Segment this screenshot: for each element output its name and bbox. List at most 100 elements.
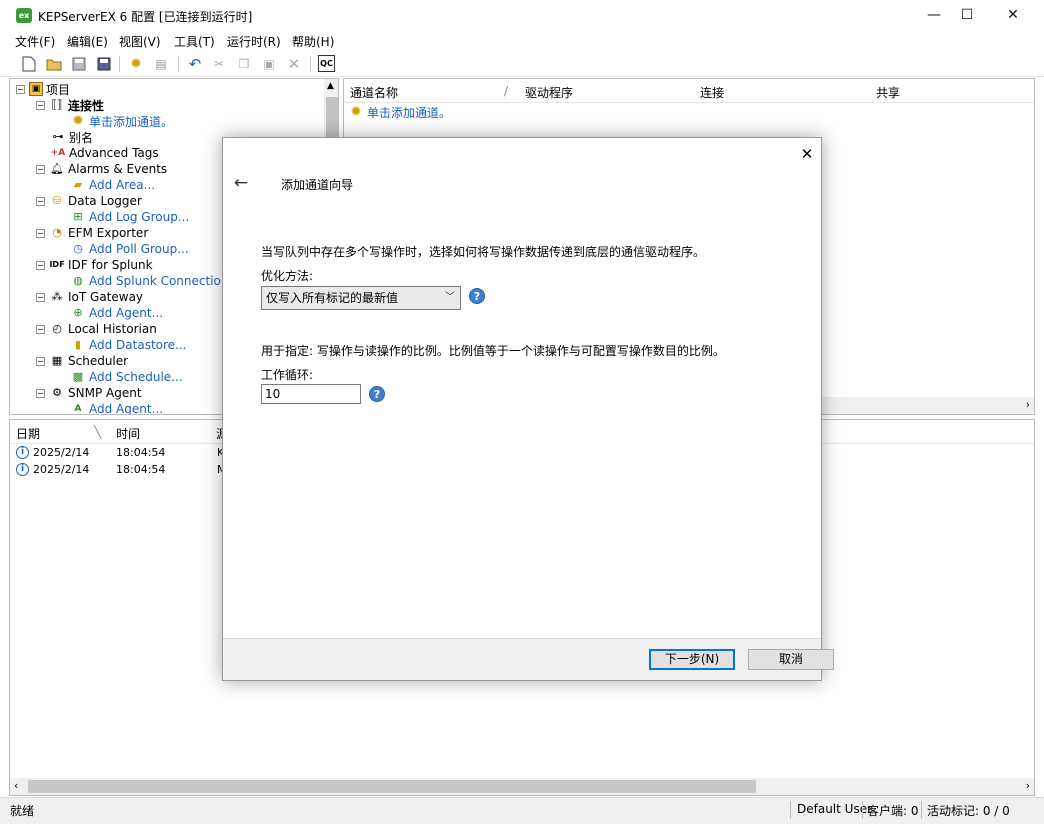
tree-label: 别名 (69, 130, 94, 145)
optimization-method-select[interactable]: 仅写入所有标记的最新值 ﹀ (261, 286, 461, 310)
scroll-up-icon[interactable]: ▲ (327, 81, 334, 91)
tree-node-alarms-events[interactable]: − 🔔︎ Alarms & Events (36, 161, 167, 177)
collapse-icon[interactable]: − (36, 260, 45, 270)
undo-icon[interactable]: ↶ (186, 55, 204, 73)
menu-view[interactable]: 视图(V) (119, 33, 161, 50)
window-title: KEPServerEX 6 配置 [已连接到运行时] (38, 10, 253, 24)
column-shared[interactable]: 共享 (876, 84, 900, 101)
collapse-icon[interactable]: − (16, 84, 25, 94)
tree-node-iot-gateway[interactable]: − ⁂ IoT Gateway (36, 289, 143, 305)
help-icon[interactable]: ? (469, 288, 485, 304)
gauge-icon: ◔ (52, 226, 62, 239)
tree-node-add-channel[interactable]: ✹ 单击添加通道。 (70, 113, 173, 129)
gear-icon: ✹ (72, 113, 84, 129)
tree-node-local-historian[interactable]: − ◴ Local Historian (36, 321, 157, 337)
new-channel-icon[interactable]: ✹ (127, 55, 145, 73)
save-as-icon[interactable] (95, 55, 113, 73)
collapse-icon[interactable]: − (36, 196, 45, 206)
maximize-button[interactable]: ☐ (945, 0, 989, 31)
column-time[interactable]: 时间 (116, 425, 140, 442)
status-ready: 就绪 (10, 804, 35, 818)
idf-icon: IDF (49, 260, 65, 269)
connectivity-icon: ⟦⟧ (51, 98, 63, 111)
tree-node-add-area[interactable]: ▰ Add Area... (70, 177, 155, 193)
scroll-thumb[interactable] (28, 780, 756, 793)
status-separator (862, 801, 863, 819)
dialog-footer: 下一步(N) 取消 (223, 638, 834, 680)
new-device-icon[interactable]: ▤ (152, 55, 170, 73)
tree-label: Add Poll Group... (89, 242, 189, 256)
tree-node-snmp-agent[interactable]: − ⚙ SNMP Agent (36, 385, 142, 401)
add-channel-link[interactable]: ✹ 单击添加通道。 (348, 104, 451, 120)
tree-label: Advanced Tags (69, 146, 159, 160)
tree-node-add-datastore[interactable]: ▮ Add Datastore... (70, 337, 187, 353)
tree-label: Scheduler (68, 354, 129, 368)
tree-label: Add Splunk Connection... (89, 274, 240, 288)
tree-node-add-poll-group[interactable]: ◷ Add Poll Group... (70, 241, 189, 257)
scroll-right-icon[interactable]: › (1026, 398, 1030, 411)
paste-icon[interactable]: ▣ (260, 55, 278, 73)
tree-node-project[interactable]: − ▣ 项目 (16, 81, 70, 97)
tree-label: Add Agent... (89, 402, 164, 415)
collapse-icon[interactable]: − (36, 292, 45, 302)
collapse-icon[interactable]: − (36, 228, 45, 238)
copy-icon[interactable]: ❐ (235, 55, 253, 73)
tree-node-add-schedule[interactable]: ▩ Add Schedule... (70, 369, 183, 385)
tree-node-connectivity[interactable]: − ⟦⟧ 连接性 (36, 97, 104, 113)
menu-runtime[interactable]: 运行时(R) (227, 33, 281, 50)
scroll-right-icon[interactable]: › (1026, 779, 1030, 792)
tree-label: IDF for Splunk (68, 258, 153, 272)
column-connection[interactable]: 连接 (700, 84, 724, 101)
column-channel-name[interactable]: 通道名称 (350, 84, 398, 101)
bell-icon: 🔔︎ (50, 162, 64, 175)
write-optimization-description: 当写队列中存在多个写操作时，选择如何将写操作数据传递到底层的通信驱动程序。 (261, 245, 706, 259)
toolbar-separator (310, 56, 311, 72)
next-button[interactable]: 下一步(N) (649, 649, 735, 670)
tree-node-advanced-tags[interactable]: +A Advanced Tags (50, 145, 159, 161)
log-horizontal-scrollbar[interactable]: ‹ › (10, 778, 1034, 795)
menu-help[interactable]: 帮助(H) (292, 33, 334, 50)
save-icon[interactable] (70, 55, 88, 73)
back-arrow-icon[interactable]: ← (230, 172, 252, 194)
collapse-icon[interactable]: − (36, 356, 45, 366)
menu-edit[interactable]: 编辑(E) (67, 33, 108, 50)
collapse-icon[interactable]: − (36, 100, 45, 110)
close-window-button[interactable]: ✕ (991, 0, 1035, 31)
menu-bar: 文件(F) 编辑(E) 视图(V) 工具(T) 运行时(R) 帮助(H) (0, 31, 1044, 51)
log-time: 18:04:54 (116, 463, 166, 476)
tree-node-add-agent[interactable]: ⊕ Add Agent... (70, 305, 163, 321)
advanced-tags-icon: +A (50, 148, 66, 158)
tree-node-aliases[interactable]: ⊶ 别名 (50, 129, 94, 145)
tree-node-add-splunk[interactable]: ◍ Add Splunk Connection... (70, 273, 240, 289)
open-icon[interactable] (45, 55, 63, 73)
quick-client-icon[interactable]: QC (318, 55, 335, 72)
scroll-left-icon[interactable]: ‹ (14, 779, 18, 792)
help-icon[interactable]: ? (369, 386, 385, 402)
column-driver[interactable]: 驱动程序 (525, 84, 573, 101)
tree-node-idf-splunk[interactable]: − IDF IDF for Splunk (36, 257, 153, 273)
tree-node-add-agent-2[interactable]: A Add Agent... (70, 401, 164, 415)
info-icon: i (16, 463, 29, 476)
delete-icon[interactable]: ✕ (285, 55, 303, 73)
collapse-icon[interactable]: − (36, 388, 45, 398)
collapse-icon[interactable]: − (36, 324, 45, 334)
database-icon: ⛁ (52, 194, 62, 207)
log-date: 2025/2/14 (33, 463, 90, 476)
column-date[interactable]: 日期 (16, 425, 40, 442)
cut-icon[interactable]: ✂ (210, 55, 228, 73)
tree-node-data-logger[interactable]: − ⛁ Data Logger (36, 193, 142, 209)
menu-file[interactable]: 文件(F) (15, 33, 55, 50)
collapse-icon[interactable]: − (36, 164, 45, 174)
tree-node-scheduler[interactable]: − ▦ Scheduler (36, 353, 128, 369)
tree-node-efm-exporter[interactable]: − ◔ EFM Exporter (36, 225, 148, 241)
menu-tools[interactable]: 工具(T) (174, 33, 215, 50)
duty-cycle-input[interactable]: 10 (261, 384, 361, 404)
tree-label: Add Datastore... (89, 338, 187, 352)
cancel-button[interactable]: 取消 (748, 649, 834, 670)
tree-node-add-log-group[interactable]: ⊞ Add Log Group... (70, 209, 189, 225)
tree-label: Alarms & Events (68, 162, 168, 176)
new-icon[interactable] (20, 55, 38, 73)
datastore-add-icon: ▮ (74, 338, 82, 351)
close-icon[interactable]: ✕ (795, 142, 819, 166)
dialog-title: 添加通道向导 (281, 178, 354, 192)
